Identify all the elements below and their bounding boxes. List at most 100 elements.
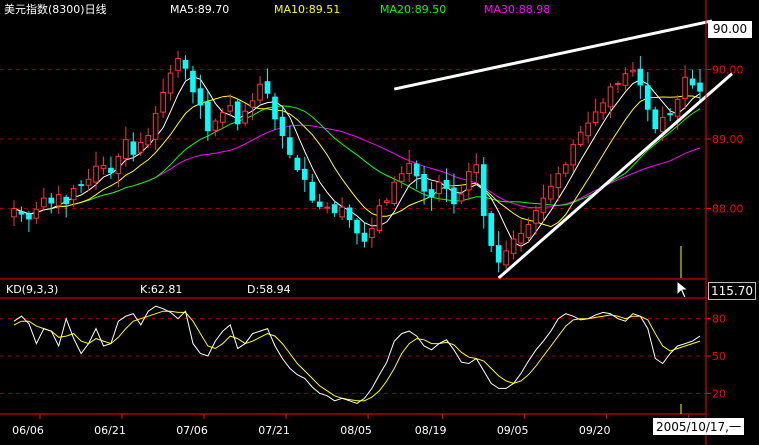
candle-body [63, 196, 70, 205]
date-tick-label: 07/21 [258, 424, 290, 437]
candle-body [510, 238, 517, 254]
candle-body [130, 141, 137, 155]
candle-body [555, 173, 562, 189]
date-tick-label: 09/20 [579, 424, 611, 437]
candle-body [592, 111, 599, 124]
candle-body [301, 168, 308, 180]
candle-body [361, 232, 368, 242]
candle-body [160, 92, 166, 113]
candle-body [473, 164, 480, 174]
candle-body [421, 174, 427, 192]
candle-body [682, 76, 688, 99]
candle-body [70, 187, 77, 201]
ma5-value: 89.70 [197, 3, 230, 16]
candle-body [466, 171, 472, 191]
candle-body [495, 245, 502, 263]
candle-body [145, 135, 152, 146]
candle-body [518, 233, 524, 244]
candle-body [562, 164, 569, 174]
ma30-label: MA30: [484, 3, 519, 16]
upper-trendline [393, 19, 713, 91]
candle-body [667, 113, 673, 116]
candle-body [406, 162, 413, 174]
date-tick-label: 06/06 [12, 424, 44, 437]
candle-body [316, 201, 323, 207]
candle-body [436, 181, 442, 194]
candle-body [443, 179, 450, 189]
candle-body [674, 98, 681, 117]
candle-body [197, 88, 204, 106]
candle-body [219, 112, 226, 123]
candle-body [294, 157, 301, 171]
candle-body [398, 173, 405, 182]
date-tick-label: 08/05 [340, 424, 372, 437]
k-value: 62.81 [150, 283, 183, 296]
candle-body [182, 59, 189, 69]
kd-gridlines [0, 318, 706, 394]
candle-body [272, 96, 278, 120]
ma20-value: 89.50 [414, 3, 447, 16]
candle-body [540, 197, 547, 213]
candle-body [137, 142, 144, 153]
candle-body [324, 206, 330, 209]
candle-body [339, 206, 345, 218]
candle-body [391, 181, 398, 204]
ma10-label: MA10: [274, 3, 309, 16]
date-tick-label: 07/06 [176, 424, 208, 437]
candle-body [287, 137, 293, 155]
candle-body [55, 194, 62, 207]
candle-body [548, 185, 554, 200]
candle-body [376, 205, 383, 232]
candle-body [78, 184, 84, 187]
candle-body [622, 73, 629, 86]
candle-body [48, 197, 55, 204]
kd-tick-label: 50 [712, 350, 726, 363]
candle-body [249, 100, 256, 108]
candle-body [175, 57, 181, 71]
candle-body [413, 163, 420, 177]
candle-body [428, 189, 435, 198]
candle-body [115, 155, 122, 175]
candle-body [346, 207, 353, 221]
mouse-cursor-icon [676, 280, 690, 299]
d-readout: D:58.94 [247, 283, 291, 296]
candle-body [279, 116, 286, 137]
d-value: 58.94 [259, 283, 291, 296]
candle-body [93, 165, 99, 183]
candle-body [18, 211, 25, 215]
candle-body [637, 68, 644, 86]
chart-title: 美元指数(8300)日线 [4, 3, 107, 16]
current-price-box: 90.00 [708, 21, 752, 38]
tick-labels: 88.00 89.00 90.00 20 50 80 06/06 06/21 07/06 07/2… [12, 64, 743, 437]
candle-body [488, 213, 495, 246]
candle-body [577, 131, 584, 146]
candle-body [689, 78, 696, 86]
d-label: D: [247, 283, 260, 296]
candle-body [257, 83, 263, 101]
candle-body [451, 187, 457, 205]
price-tick-label: 90.00 [712, 64, 744, 77]
candle-body [309, 181, 316, 201]
trendlines [393, 19, 733, 280]
candle-body [331, 204, 338, 214]
candle-body [570, 144, 577, 166]
kd-lines [13, 305, 701, 404]
candle-body [697, 82, 703, 92]
candle-body [205, 101, 211, 132]
kd-k-line [13, 305, 701, 404]
candle-body [234, 101, 241, 125]
date-tick-label: 06/21 [94, 424, 126, 437]
candle-body [33, 208, 40, 219]
candle-body [11, 208, 17, 218]
candle-body [458, 193, 465, 202]
date-tick-label: 09/05 [497, 424, 529, 437]
candle-body [26, 213, 32, 220]
ma10-readout: MA10:89.51 [274, 3, 340, 16]
ma20-label: MA20: [380, 3, 415, 16]
kd-tick-label: 20 [712, 387, 726, 400]
ma30-readout: MA30:88.98 [484, 3, 550, 16]
candle-body [85, 178, 92, 186]
candle-body [123, 139, 129, 160]
candle-body [607, 86, 614, 108]
candle-body [108, 167, 114, 173]
